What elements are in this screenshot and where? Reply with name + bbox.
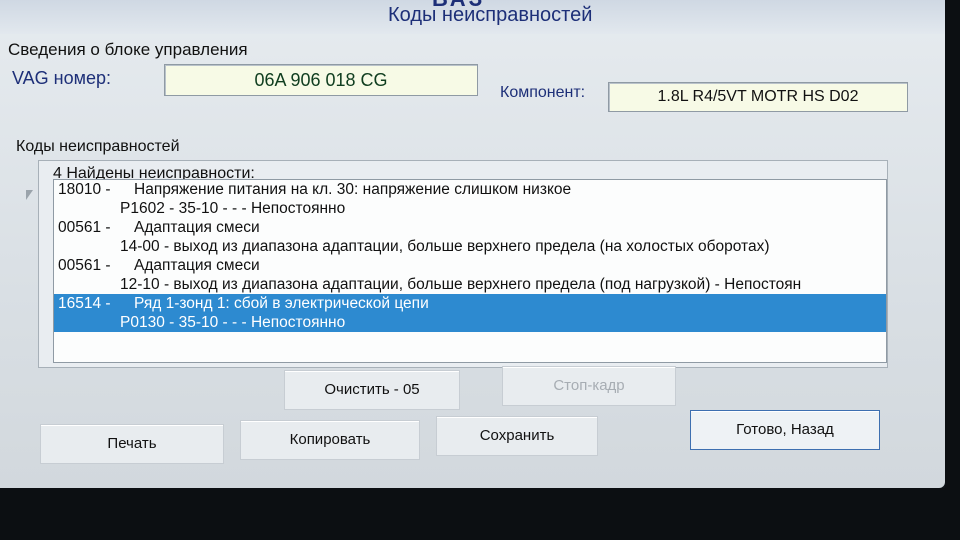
done-back-button[interactable]: Готово, Назад	[690, 410, 880, 450]
control-unit-section-label: Сведения о блоке управления	[8, 40, 248, 59]
fault-detail-row[interactable]: 14-00 - выход из диапазона адаптации, бо…	[54, 237, 886, 256]
component-label: Компонент:	[500, 84, 586, 101]
title-banner: ВАЗ Коды неисправностей	[0, 0, 945, 34]
fault-code: 18010 -	[58, 181, 111, 198]
application-window: ВАЗ Коды неисправностей Сведения о блоке…	[0, 0, 945, 488]
fault-detail: 14-00 - выход из диапазона адаптации, бо…	[120, 238, 770, 255]
fault-codes-panel: 4 Найдены неисправности: 18010 - Напряжен…	[38, 160, 888, 368]
print-button[interactable]: Печать	[40, 424, 224, 464]
fault-detail-row[interactable]: 12-10 - выход из диапазона адаптации, бо…	[54, 275, 886, 294]
fault-detail: P0130 - 35-10 - - - Непостоянно	[120, 314, 346, 331]
save-button[interactable]: Сохранить	[436, 416, 598, 456]
component-field: 1.8L R4/5VT MOTR HS D02	[608, 82, 908, 112]
fault-detail-row[interactable]: P0130 - 35-10 - - - Непостоянно	[54, 313, 886, 332]
fault-description: Адаптация смеси	[134, 257, 260, 274]
clear-codes-button[interactable]: Очистить - 05	[284, 370, 460, 410]
fault-code: 00561 -	[58, 257, 111, 274]
freeze-frame-button[interactable]: Стоп-кадр	[502, 366, 676, 406]
faults-section-label: Коды неисправностей	[16, 138, 180, 155]
fault-code: 16514 -	[58, 295, 111, 312]
fault-detail-row[interactable]: P1602 - 35-10 - - - Непостоянно	[54, 199, 886, 218]
window-title: Коды неисправностей	[388, 4, 593, 26]
fault-detail: P1602 - 35-10 - - - Непостоянно	[120, 200, 346, 217]
monitor-bezel-bottom	[0, 488, 960, 540]
fault-row[interactable]: 16514 - Ряд 1-зонд 1: сбой в электрическо…	[54, 294, 886, 313]
copy-button[interactable]: Копировать	[240, 420, 420, 460]
vag-number-field: 06A 906 018 CG	[164, 64, 478, 96]
mouse-pointer-icon	[26, 190, 33, 200]
fault-code: 00561 -	[58, 219, 111, 236]
fault-row[interactable]: 00561 - Адаптация смеси	[54, 256, 886, 275]
fault-description: Напряжение питания на кл. 30: напряжение…	[134, 181, 572, 198]
fault-row[interactable]: 18010 - Напряжение питания на кл. 30: нап…	[54, 180, 886, 199]
fault-description: Адаптация смеси	[134, 219, 260, 236]
monitor-bezel-right	[945, 0, 960, 540]
fault-row[interactable]: 00561 - Адаптация смеси	[54, 218, 886, 237]
fault-code-list[interactable]: 18010 - Напряжение питания на кл. 30: нап…	[53, 179, 887, 363]
vag-number-label: VAG номер:	[12, 68, 112, 88]
fault-description: Ряд 1-зонд 1: сбой в электрической цепи	[134, 295, 429, 312]
fault-detail: 12-10 - выход из диапазона адаптации, бо…	[120, 276, 802, 293]
